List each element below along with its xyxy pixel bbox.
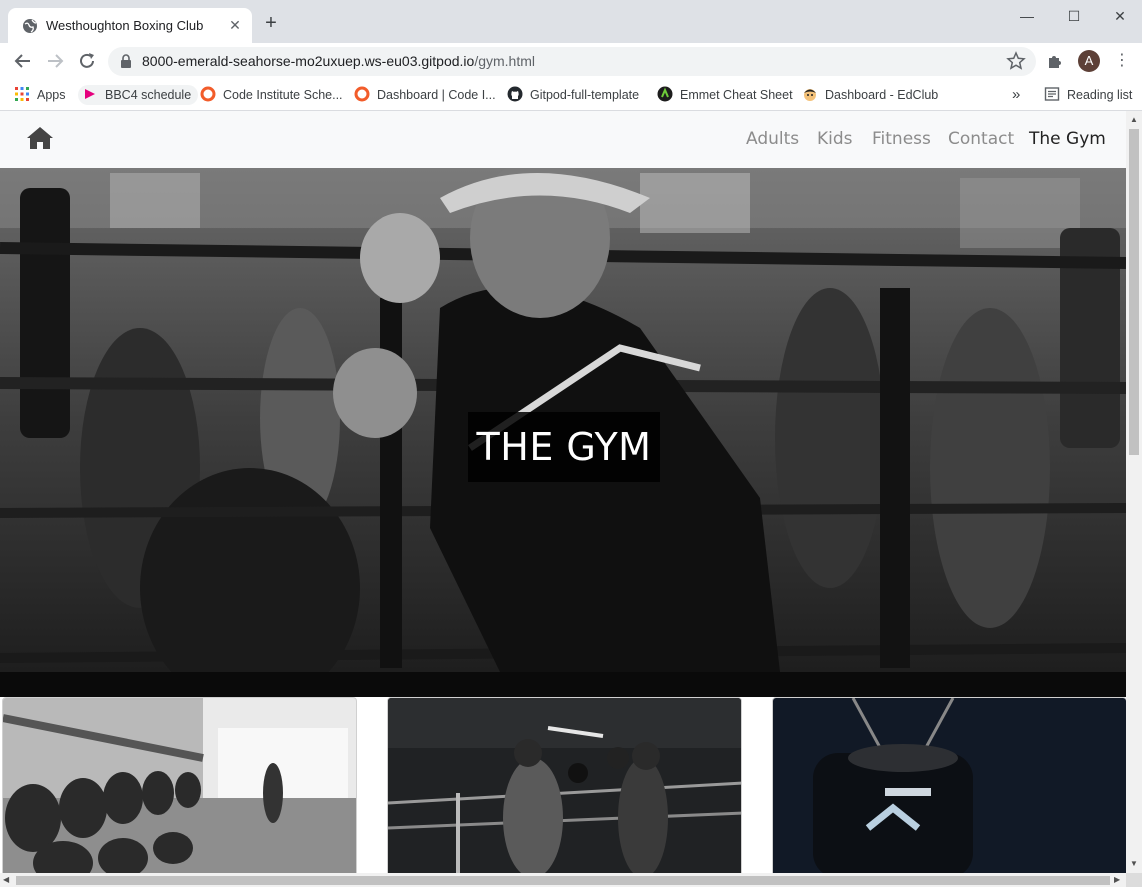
bookmark-apps[interactable]: Apps <box>14 85 66 105</box>
code-institute-icon <box>200 86 216 102</box>
bookmark-label: Gitpod-full-template <box>530 88 640 102</box>
nav-link-the-gym[interactable]: The Gym <box>1029 129 1106 149</box>
horizontal-scrollbar[interactable]: ◀ ▶ <box>0 873 1126 887</box>
lock-icon <box>121 54 131 68</box>
github-icon <box>507 86 523 102</box>
bookmark-bbc4[interactable]: BBC4 schedule <box>78 85 199 105</box>
bookmark-emmet[interactable]: Emmet Cheat Sheet <box>657 85 793 105</box>
nav-link-kids[interactable]: Kids <box>817 129 853 149</box>
browser-menu-icon[interactable]: ⋮ <box>1112 51 1132 71</box>
url-host: 8000-emerald-seahorse-mo2uxuep.ws-eu03.g… <box>142 53 475 69</box>
close-tab-icon[interactable]: ✕ <box>226 16 244 34</box>
scroll-down-arrow-icon[interactable]: ▼ <box>1129 859 1139 869</box>
bookmark-label: Dashboard - EdClub <box>825 88 939 102</box>
tab-strip: Westhoughton Boxing Club ✕ + — ☐ ✕ <box>0 0 1142 43</box>
reading-list-label: Reading list <box>1067 88 1133 102</box>
tab-title: Westhoughton Boxing Club <box>46 18 204 33</box>
reading-list-icon <box>1044 87 1060 101</box>
window-close-icon[interactable]: ✕ <box>1105 6 1135 26</box>
bookmark-label: Code Institute Sche... <box>223 88 343 102</box>
home-icon[interactable] <box>26 125 54 151</box>
url-text: 8000-emerald-seahorse-mo2uxuep.ws-eu03.g… <box>142 53 535 69</box>
bookmarks-bar: Apps BBC4 schedule Code Institute Sche..… <box>0 79 1142 111</box>
page-viewport: Adults Kids Fitness Contact The Gym THE … <box>0 111 1126 873</box>
bookmark-label: Emmet Cheat Sheet <box>680 88 793 102</box>
bookmark-code-institute-schedule[interactable]: Code Institute Sche... <box>200 85 343 105</box>
gallery-card-weights[interactable] <box>2 697 357 873</box>
bookmark-label: Dashboard | Code I... <box>377 88 496 102</box>
hero-bottom-strip <box>0 672 1126 697</box>
forward-arrow-icon[interactable] <box>44 50 66 72</box>
profile-avatar[interactable]: A <box>1078 50 1100 72</box>
apps-grid-icon <box>15 87 29 101</box>
scroll-right-arrow-icon[interactable]: ▶ <box>1114 875 1120 884</box>
dumbbell-rack-photo <box>3 698 356 873</box>
emmet-icon <box>657 86 673 102</box>
minimize-icon[interactable]: — <box>1012 6 1042 26</box>
maximize-icon[interactable]: ☐ <box>1059 6 1089 26</box>
horizontal-scroll-thumb[interactable] <box>16 876 1110 885</box>
url-path: /gym.html <box>474 53 535 69</box>
bookmarks-overflow-chevron-icon[interactable]: » <box>1012 85 1020 105</box>
punch-bag-photo <box>773 698 1126 873</box>
vertical-scroll-thumb[interactable] <box>1129 129 1139 455</box>
sparring-photo <box>388 698 741 873</box>
nav-link-fitness[interactable]: Fitness <box>872 129 931 149</box>
new-tab-icon[interactable]: + <box>261 13 281 34</box>
scroll-left-arrow-icon[interactable]: ◀ <box>3 875 9 884</box>
bookmark-dashboard-code-institute[interactable]: Dashboard | Code I... <box>354 85 496 105</box>
nav-link-adults[interactable]: Adults <box>746 129 799 149</box>
browser-toolbar: 8000-emerald-seahorse-mo2uxuep.ws-eu03.g… <box>0 43 1142 79</box>
hero-title: THE GYM <box>468 412 660 482</box>
bookmark-edclub[interactable]: Dashboard - EdClub <box>802 85 938 105</box>
code-institute-icon <box>354 86 370 102</box>
reading-list-button[interactable]: Reading list <box>1044 85 1132 105</box>
scroll-up-arrow-icon[interactable]: ▲ <box>1129 115 1139 125</box>
globe-icon <box>23 19 37 33</box>
site-navbar: Adults Kids Fitness Contact The Gym <box>0 111 1126 168</box>
bbc-icon <box>85 89 95 99</box>
address-bar[interactable]: 8000-emerald-seahorse-mo2uxuep.ws-eu03.g… <box>108 47 1036 76</box>
bookmark-label: Apps <box>37 88 66 102</box>
bookmark-label: BBC4 schedule <box>105 88 192 102</box>
scrollbar-corner <box>1126 873 1142 887</box>
hero-image: THE GYM <box>0 168 1126 672</box>
reload-icon[interactable] <box>76 50 98 72</box>
bookmark-gitpod-template[interactable]: Gitpod-full-template <box>507 85 639 105</box>
edclub-icon <box>804 89 816 101</box>
bookmark-star-icon[interactable] <box>1006 51 1026 71</box>
gallery-card-punchbag[interactable] <box>772 697 1126 873</box>
back-arrow-icon[interactable] <box>12 50 34 72</box>
browser-tab[interactable]: Westhoughton Boxing Club ✕ <box>8 8 252 43</box>
vertical-scrollbar[interactable]: ▲ ▼ <box>1126 111 1142 873</box>
nav-link-contact[interactable]: Contact <box>948 129 1014 149</box>
extensions-puzzle-icon[interactable] <box>1046 52 1064 70</box>
gallery-card-sparring[interactable] <box>387 697 742 873</box>
